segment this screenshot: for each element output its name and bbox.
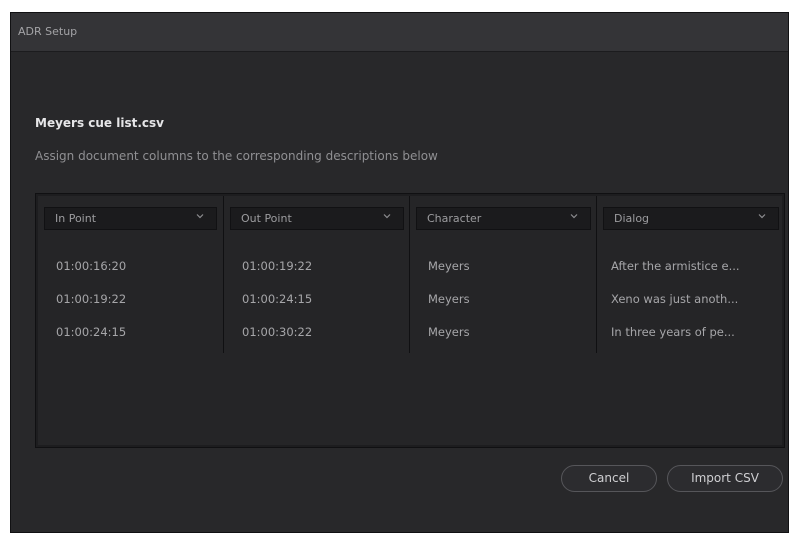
chevron-down-icon [758, 214, 766, 219]
column-character: Character Meyers Meyers Meyers [409, 196, 597, 353]
table-cell: After the armistice e... [611, 259, 740, 273]
table-body: In Point 01:00:16:20 01:00:19:22 01:00:2… [38, 196, 782, 445]
out-point-select[interactable]: Out Point [230, 207, 404, 230]
table-cell: Meyers [428, 325, 470, 339]
table-cell: 01:00:24:15 [242, 292, 313, 306]
dialog-title: ADR Setup [18, 25, 78, 38]
column-mapping-table: In Point 01:00:16:20 01:00:19:22 01:00:2… [35, 193, 785, 448]
file-name: Meyers cue list.csv [35, 116, 164, 130]
title-bar: ADR Setup [11, 13, 788, 52]
select-label: Dialog [614, 212, 650, 225]
chevron-down-icon [570, 214, 578, 219]
table-cell: Meyers [428, 292, 470, 306]
table-cell: 01:00:19:22 [56, 292, 127, 306]
dialog-select[interactable]: Dialog [603, 207, 779, 230]
table-cell: 01:00:16:20 [56, 259, 127, 273]
select-label: Character [427, 212, 482, 225]
select-label: Out Point [241, 212, 292, 225]
column-in-point: In Point 01:00:16:20 01:00:19:22 01:00:2… [38, 196, 223, 353]
chevron-down-icon [196, 214, 204, 219]
in-point-select[interactable]: In Point [44, 207, 217, 230]
table-cell: 01:00:19:22 [242, 259, 313, 273]
character-select[interactable]: Character [416, 207, 591, 230]
table-cell: 01:00:30:22 [242, 325, 313, 339]
select-label: In Point [55, 212, 97, 225]
import-csv-button[interactable]: Import CSV [667, 465, 783, 492]
cancel-button[interactable]: Cancel [561, 465, 657, 492]
instructions: Assign document columns to the correspon… [35, 149, 438, 163]
table-cell: In three years of pe... [611, 325, 735, 339]
adr-setup-dialog: ADR Setup Meyers cue list.csv Assign doc… [10, 12, 789, 533]
column-dialog: Dialog After the armistice e... Xeno was… [596, 196, 785, 353]
column-out-point: Out Point 01:00:19:22 01:00:24:15 01:00:… [223, 196, 410, 353]
table-cell: 01:00:24:15 [56, 325, 127, 339]
table-cell: Meyers [428, 259, 470, 273]
table-cell: Xeno was just anoth... [611, 292, 739, 306]
chevron-down-icon [383, 214, 391, 219]
